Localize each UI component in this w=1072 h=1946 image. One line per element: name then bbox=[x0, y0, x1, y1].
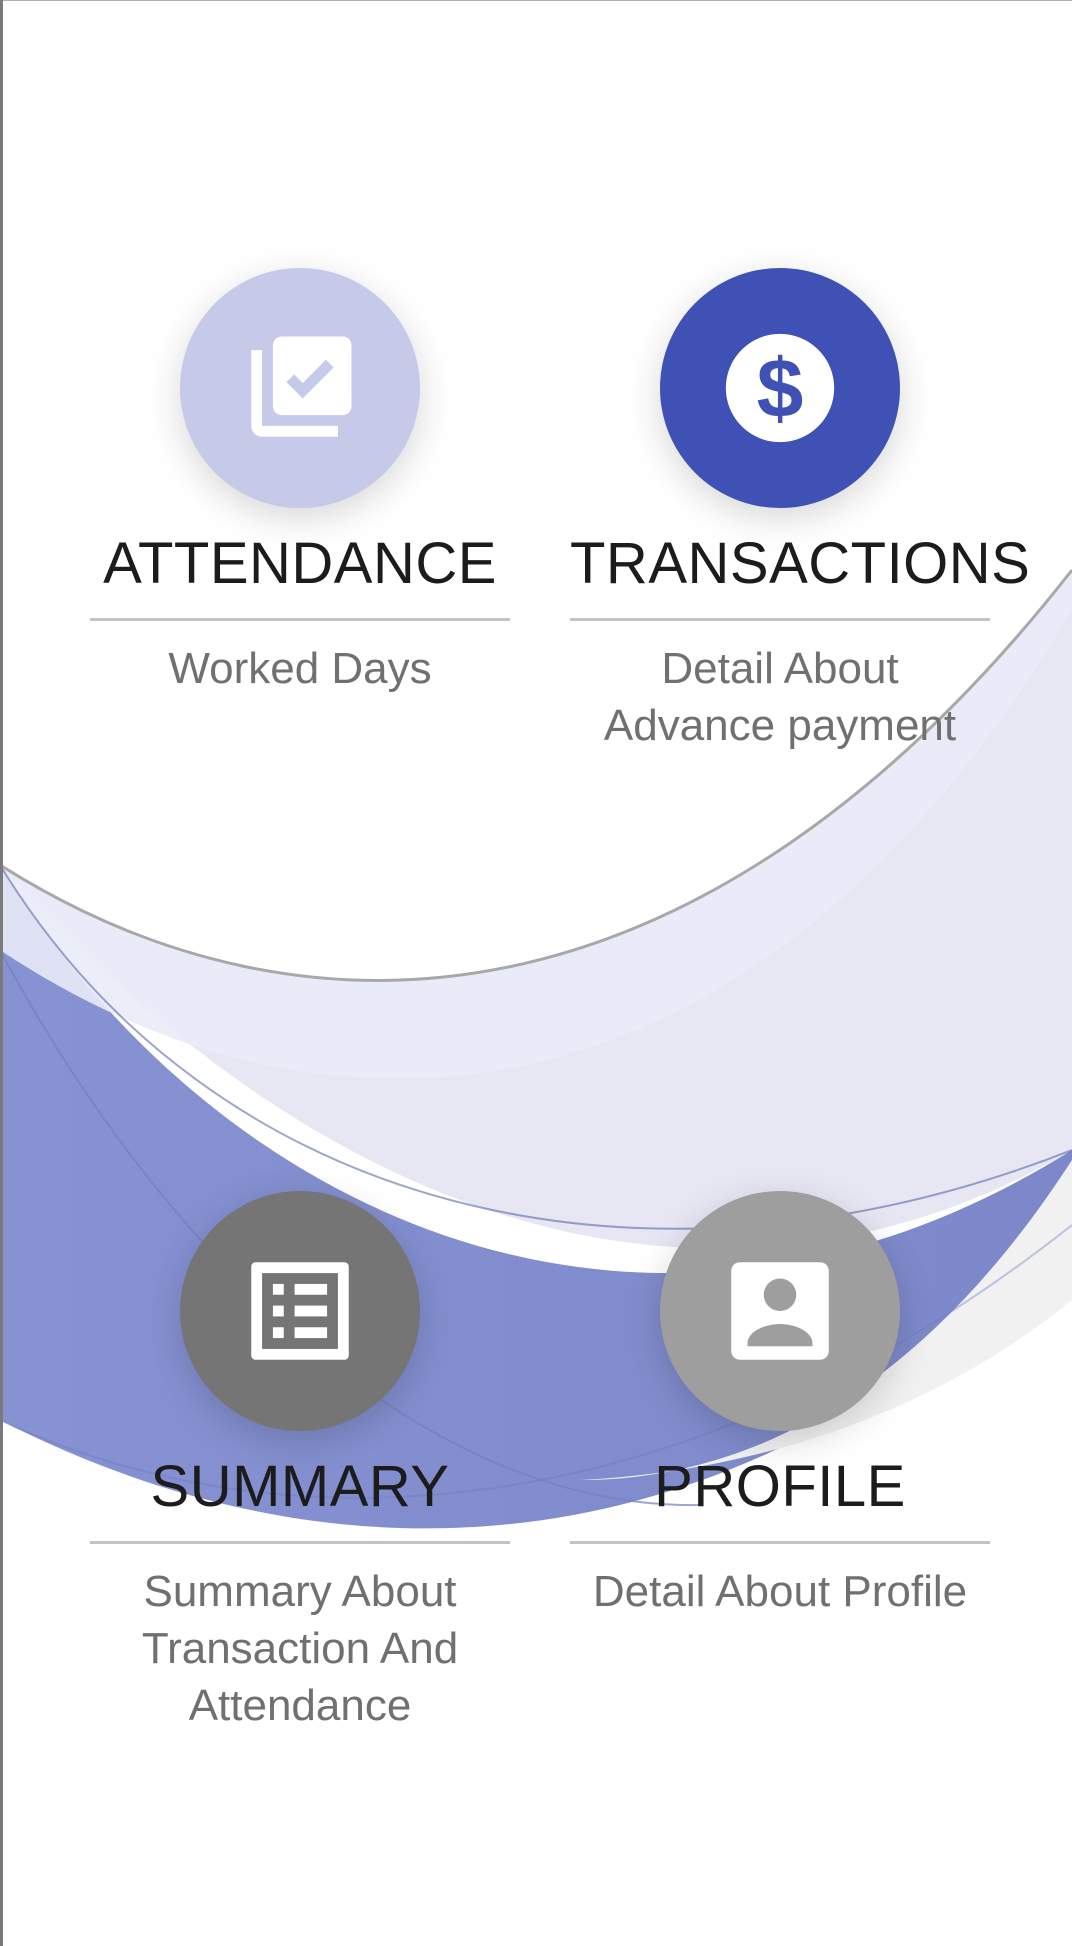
attendance-subtitle: Worked Days bbox=[70, 640, 530, 697]
svg-text:$: $ bbox=[757, 341, 804, 435]
list-alt-icon bbox=[251, 1262, 349, 1360]
attendance-subtitle-line: Worked Days bbox=[168, 644, 432, 693]
divider bbox=[90, 618, 510, 621]
account-box-icon bbox=[731, 1262, 829, 1360]
transactions-title: TRANSACTIONS bbox=[570, 531, 1031, 596]
profile-subtitle-line: Detail About Profile bbox=[592, 1567, 968, 1616]
divider bbox=[570, 1541, 990, 1544]
attendance-icon-button[interactable] bbox=[180, 268, 420, 508]
summary-title: SUMMARY bbox=[150, 1454, 450, 1519]
library-add-check-icon bbox=[251, 336, 352, 437]
divider bbox=[90, 1541, 510, 1544]
transactions-subtitle-line: Detail About bbox=[661, 644, 899, 693]
transactions-icon-button[interactable]: $ bbox=[660, 268, 900, 508]
summary-subtitle-line: Transaction And bbox=[141, 1624, 459, 1673]
summary-subtitle: Summary About Transaction And Attendance bbox=[70, 1563, 530, 1734]
dashboard-screen: ATTENDANCE Worked Days $ TRANSACTIONS De… bbox=[0, 0, 1072, 1946]
attendance-title: ATTENDANCE bbox=[103, 531, 497, 596]
divider bbox=[570, 618, 990, 621]
top-border bbox=[0, 0, 1072, 1]
transactions-subtitle-line: Advance payment bbox=[603, 701, 957, 750]
transactions-subtitle: Detail About Advance payment bbox=[550, 640, 1010, 754]
left-border bbox=[0, 0, 3, 1946]
summary-icon-button[interactable] bbox=[180, 1191, 420, 1431]
profile-subtitle: Detail About Profile bbox=[550, 1563, 1010, 1620]
summary-subtitle-line: Attendance bbox=[188, 1681, 412, 1730]
dollar-circle-icon: $ bbox=[725, 333, 835, 443]
profile-icon-button[interactable] bbox=[660, 1191, 900, 1431]
profile-title: PROFILE bbox=[654, 1454, 906, 1519]
summary-subtitle-line: Summary About bbox=[143, 1567, 457, 1616]
